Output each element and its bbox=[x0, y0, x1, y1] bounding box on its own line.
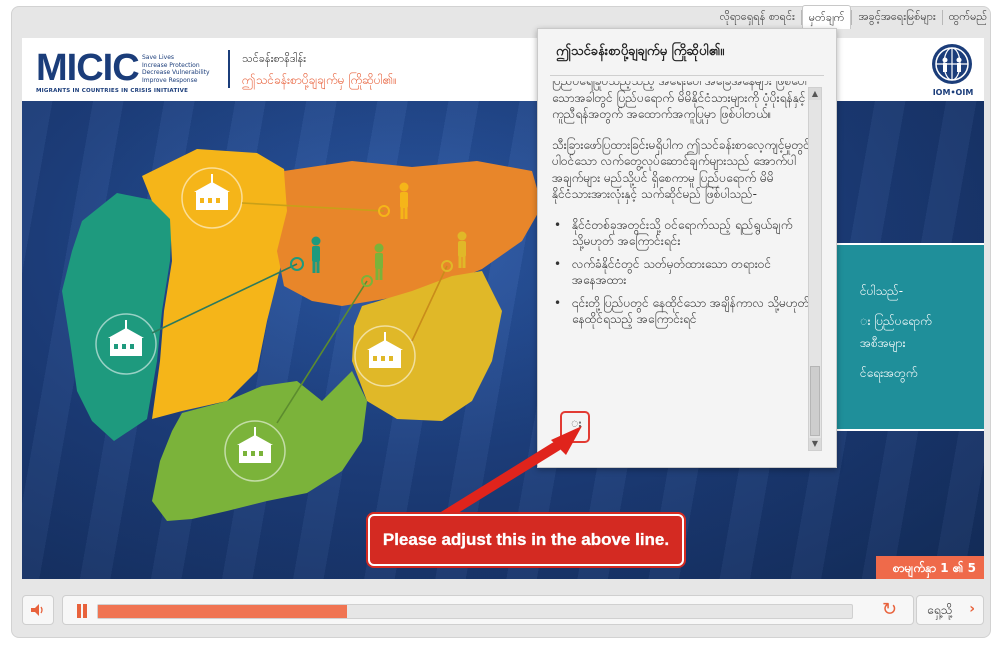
logo-tagline: Save Lives Increase Protection Decrease … bbox=[142, 54, 222, 84]
popup-bullet-list: နိုင်ငံတစ်ခုအတွင်းသို့ ဝင်ရောက်သည့် ရည်ရ… bbox=[552, 217, 810, 328]
chevron-right-icon: › bbox=[969, 601, 975, 617]
scrollbar-thumb[interactable] bbox=[810, 366, 820, 436]
progress-track[interactable] bbox=[97, 604, 853, 619]
next-button[interactable]: ရှေ့သို့ › bbox=[916, 595, 984, 625]
popup-paragraph: သီးခြားဖော်ပြထားခြင်းမရှိပါက ဤသင်ခန်းစာလ… bbox=[552, 137, 810, 202]
scroll-up-icon[interactable]: ▲ bbox=[809, 88, 821, 100]
pause-icon[interactable] bbox=[75, 604, 89, 618]
list-item: လက်ခံနိုင်ငံတွင် သတ်မှတ်ထားသော တရားဝင်အန… bbox=[552, 256, 810, 289]
page-indicator: စာမျက်နှာ 1 ၏ 5 bbox=[876, 556, 984, 579]
micic-logo: MICIC Save Lives Increase Protection Dec… bbox=[36, 47, 210, 96]
glossary-popup: ဤသင်ခန်းစာပို့ချချက်မှ ကြိုဆိုပါ၏။ ပြည်ပ… bbox=[537, 28, 837, 468]
panel-text: အစီအများ bbox=[860, 336, 906, 350]
iom-logo: IOM•OIM bbox=[926, 42, 978, 98]
top-menu: လိုရာရှေရန် စာရင်း မှတ်ချက် အခွင့်အရေးမြ… bbox=[714, 5, 993, 29]
misplaced-glyph: း bbox=[571, 416, 582, 430]
popup-title: ဤသင်ခန်းစာပို့ချချက်မှ ကြိုဆိုပါ၏။ bbox=[556, 44, 725, 59]
list-item: ၎င်းတို့ပြည်ပတွင် နေထိုင်သော အချိန်ကာလ သ… bbox=[552, 295, 810, 328]
next-label: ရှေ့သို့ bbox=[927, 603, 953, 617]
panel-text: း ပြည်ပရောက် bbox=[860, 314, 932, 328]
popup-scrollbar[interactable]: ▲ ▼ bbox=[808, 87, 822, 451]
menu-item-resources-list[interactable]: လိုရာရှေရန် စာရင်း bbox=[714, 5, 801, 29]
header-divider bbox=[228, 50, 230, 88]
popup-paragraph: ပြည်ပရေခြုပ်သည့်သည့် အရေးပေါ်အခြေအနေများ… bbox=[552, 81, 810, 121]
menu-item-exit[interactable]: ထွက်မည် bbox=[943, 5, 993, 29]
seek-bar-container: ↻ bbox=[62, 595, 914, 625]
player-controls: ↻ ရှေ့သို့ › bbox=[22, 592, 984, 628]
panel-text: င်ရေးအတွက် bbox=[860, 366, 918, 380]
course-header: MICIC Save Lives Increase Protection Dec… bbox=[22, 38, 984, 101]
highlight-box: း bbox=[560, 411, 590, 443]
replay-icon[interactable]: ↻ bbox=[882, 601, 897, 619]
map-region-orange bbox=[277, 161, 542, 306]
logo-wordmark: MICIC bbox=[36, 47, 140, 89]
lesson-title: ဤသင်ခန်းစာပို့ချချက်မှ ကြိုဆိုပါ၏။ bbox=[242, 73, 397, 87]
volume-button[interactable] bbox=[22, 595, 54, 625]
annotation-text: Please adjust this in the above line. bbox=[382, 530, 670, 549]
annotation-callout: Please adjust this in the above line. bbox=[368, 514, 684, 566]
speaker-icon bbox=[31, 604, 43, 616]
logo-subtitle: MIGRANTS IN COUNTRIES IN CRISIS INITIATI… bbox=[36, 88, 189, 94]
menu-item-resources[interactable]: အခွင့်အရေးမြစ်များ bbox=[852, 5, 941, 29]
tagline-line: Increase Protection bbox=[142, 61, 200, 69]
popup-divider bbox=[550, 75, 824, 76]
panel-text: င်ပါသည်- bbox=[860, 284, 904, 298]
tagline-line: Decrease Vulnerability bbox=[142, 69, 210, 76]
progress-fill bbox=[98, 605, 347, 618]
popup-content: ပြည်ပရေခြုပ်သည့်သည့် အရေးပေါ်အခြေအနေများ… bbox=[552, 81, 810, 457]
menu-item-glossary[interactable]: မှတ်ချက် bbox=[801, 5, 852, 29]
scroll-down-icon[interactable]: ▼ bbox=[809, 438, 821, 450]
iom-label: IOM•OIM bbox=[932, 88, 974, 97]
list-item: နိုင်ငံတစ်ခုအတွင်းသို့ ဝင်ရောက်သည့် ရည်ရ… bbox=[552, 217, 810, 250]
slide-stage: င်ပါသည်- း ပြည်ပရောက် အစီအများ င်ရေးအတွက… bbox=[22, 101, 984, 579]
course-title: သင်ခန်းစာနိဒါန်း bbox=[242, 52, 306, 65]
tagline-line: Save Lives bbox=[142, 54, 175, 61]
globe-icon bbox=[932, 44, 972, 84]
tagline-line: Improve Response bbox=[142, 76, 198, 84]
